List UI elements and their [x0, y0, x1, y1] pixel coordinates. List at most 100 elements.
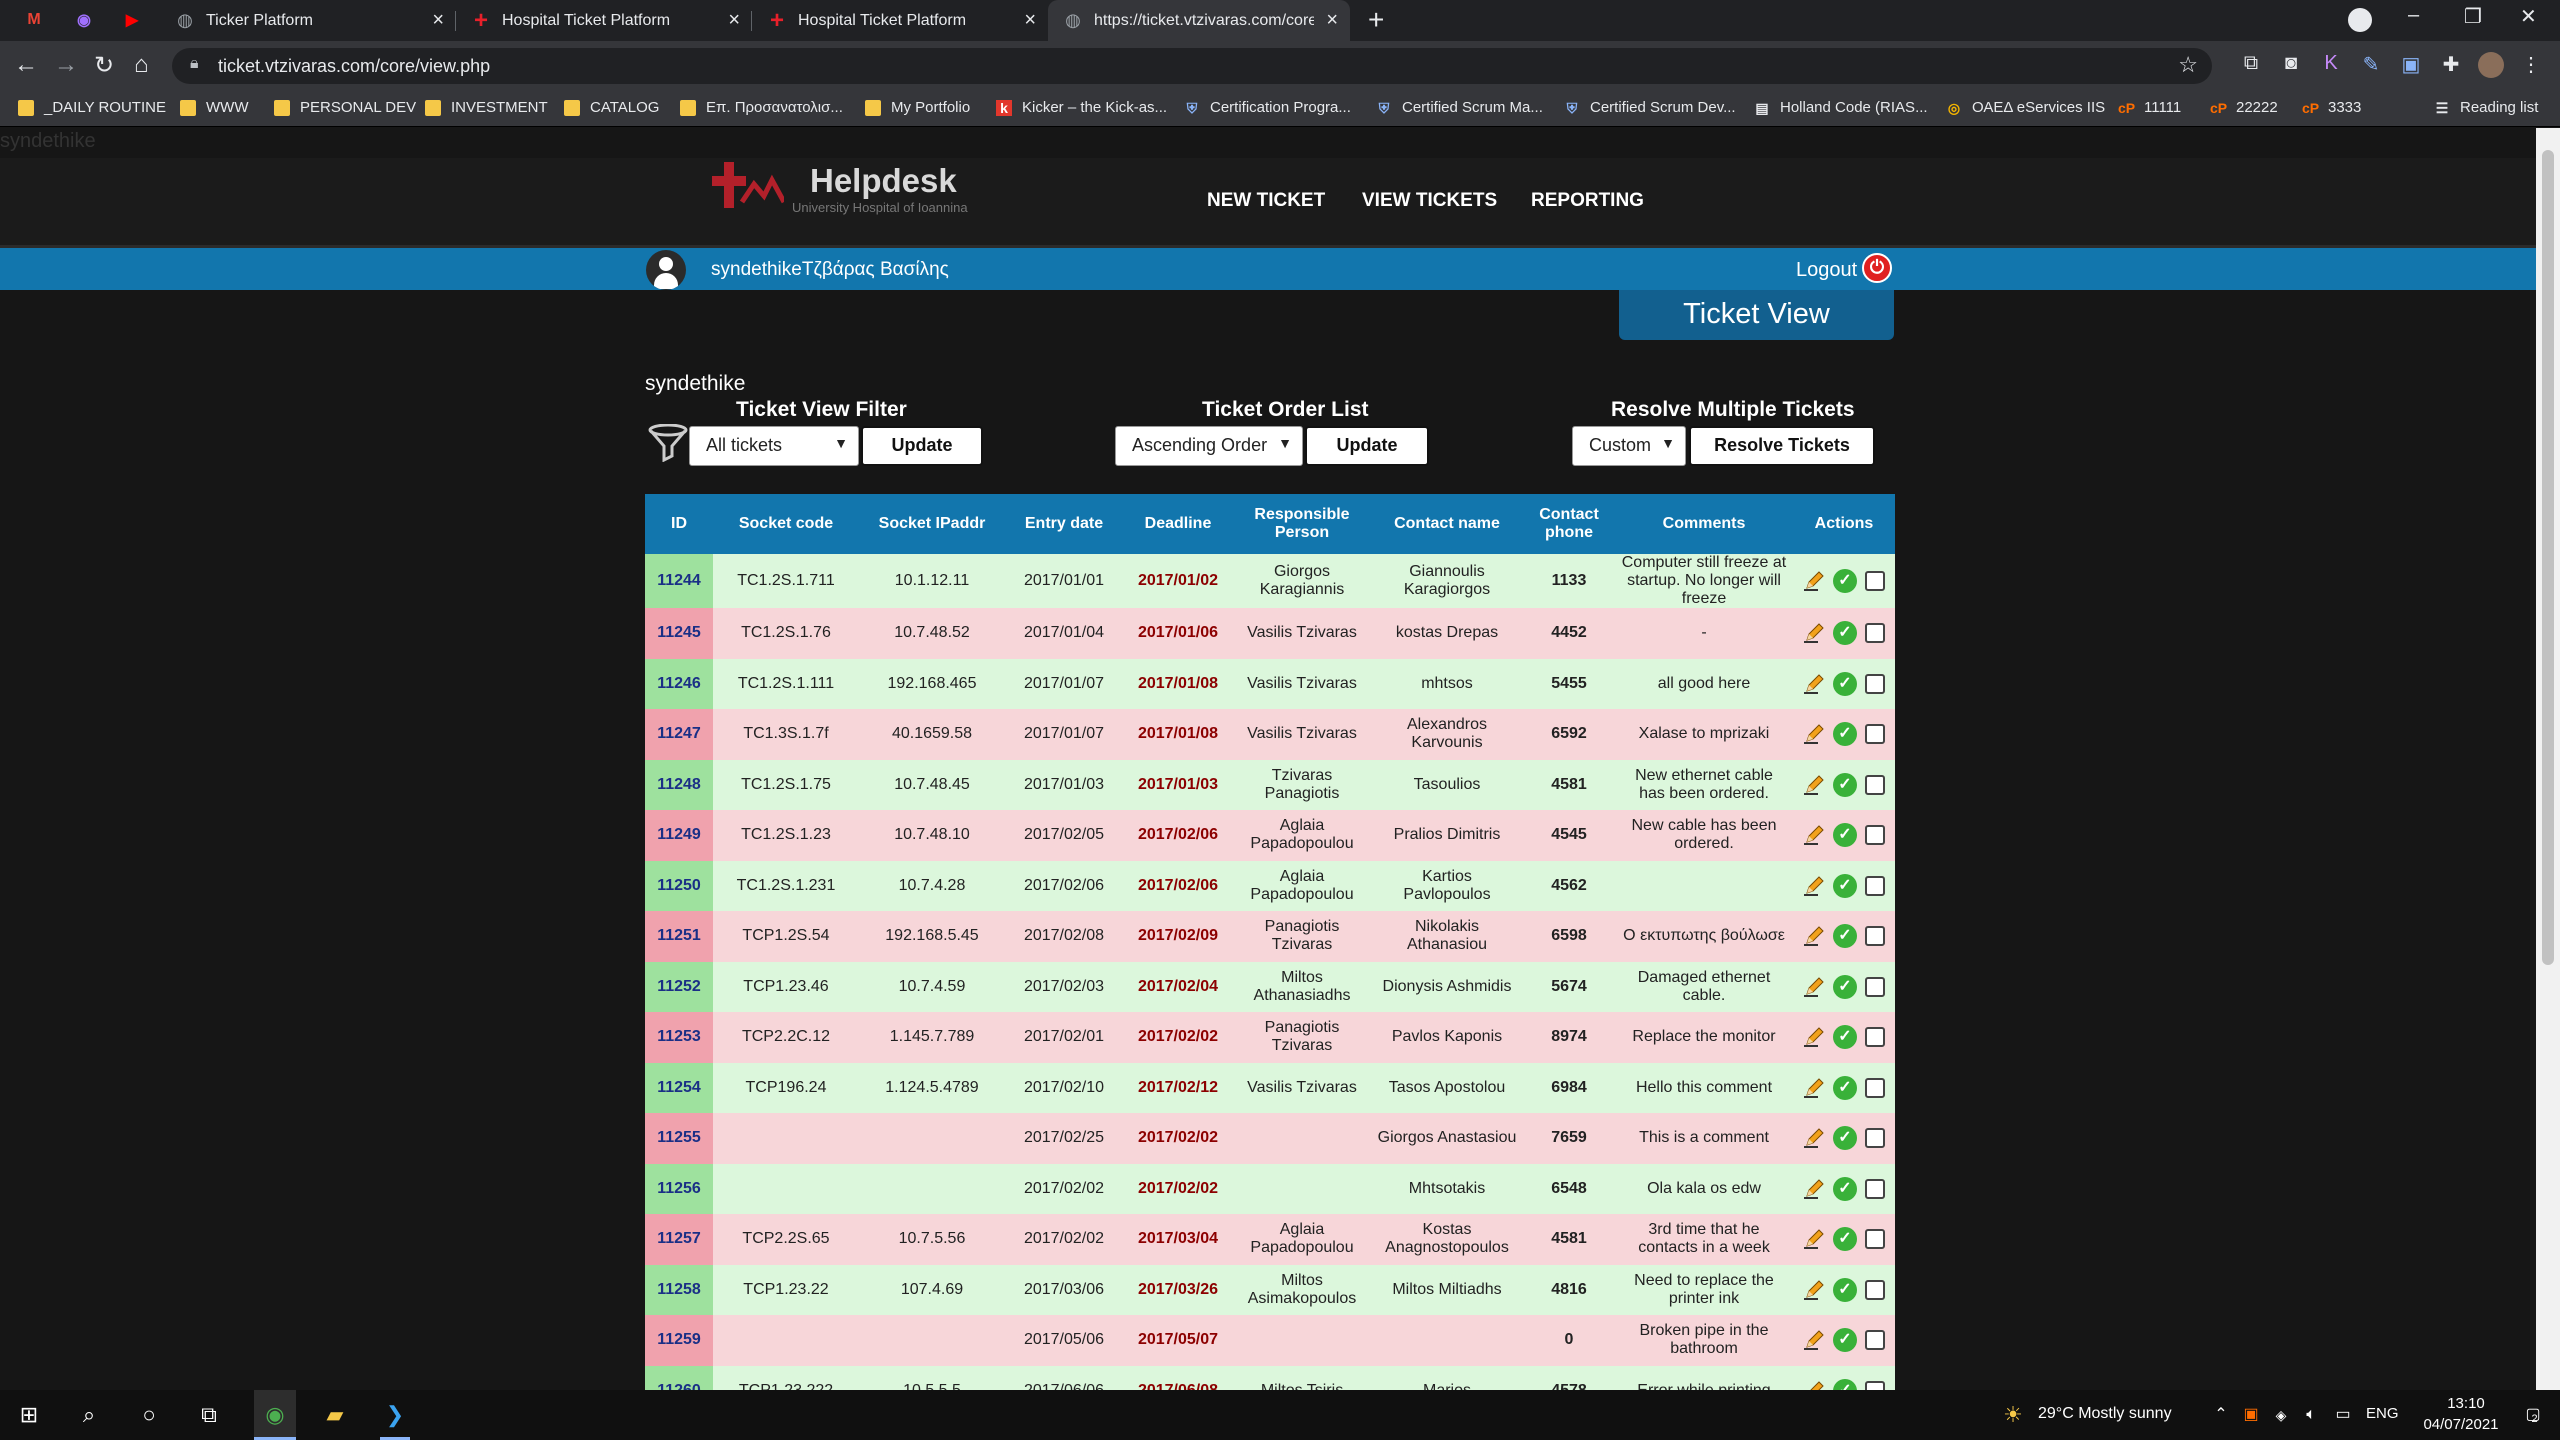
table-row[interactable]: 11260TCP1.23.22210.5.5.52017/06/062017/0…: [645, 1365, 1895, 1390]
ticket-id-cell[interactable]: 11251: [645, 911, 713, 962]
resolve-check-icon[interactable]: ✓: [1833, 1126, 1857, 1151]
tray-network-icon[interactable]: ◈: [2266, 1400, 2296, 1430]
select-ticket-checkbox[interactable]: [1865, 1229, 1885, 1250]
ticket-id-cell[interactable]: 11247: [645, 709, 713, 760]
resolve-check-icon[interactable]: ✓: [1833, 924, 1857, 949]
select-ticket-checkbox[interactable]: [1865, 825, 1885, 846]
col-socket-ip[interactable]: Socket IPaddr: [859, 494, 1005, 554]
clock-time[interactable]: 13:10: [2426, 1395, 2506, 1412]
select-ticket-checkbox[interactable]: [1865, 1279, 1885, 1300]
table-row[interactable]: 11252 TCP1.23.46 10.7.4.59 2017/02/03 2017/0…: [645, 961, 1895, 1012]
tray-display-icon[interactable]: ▭: [2328, 1400, 2358, 1430]
edit-pencil-icon[interactable]: [1803, 723, 1825, 745]
bookmark-oaed[interactable]: ◎ ΟΑΕΔ eServices IIS: [1946, 99, 2105, 116]
search-icon[interactable]: ⌕: [74, 1400, 104, 1430]
edit-pencil-icon[interactable]: [1803, 570, 1825, 592]
ticket-id-cell[interactable]: 11246: [645, 658, 713, 709]
extension-window-icon[interactable]: ▣: [2398, 52, 2424, 78]
select-ticket-checkbox[interactable]: [1865, 976, 1885, 997]
new-tab-icon[interactable]: +: [1368, 4, 1384, 36]
nav-new-ticket[interactable]: NEW TICKET: [1207, 190, 1325, 212]
select-ticket-checkbox[interactable]: [1865, 1380, 1885, 1390]
edit-pencil-icon[interactable]: [1803, 673, 1825, 695]
resolve-check-icon[interactable]: ✓: [1833, 1227, 1857, 1252]
select-ticket-checkbox[interactable]: [1865, 1128, 1885, 1149]
bookmark-11111[interactable]: cP 11111: [2118, 99, 2181, 116]
bookmark-kicker[interactable]: k Kicker – the Kick-as...: [996, 99, 1167, 116]
resolve-check-icon[interactable]: ✓: [1833, 873, 1857, 898]
table-row[interactable]: 11251 TCP1.2S.54 192.168.5.45 2017/02/08 201…: [645, 911, 1895, 962]
bookmark-folder-portfolio[interactable]: My Portfolio: [865, 99, 970, 116]
edit-pencil-icon[interactable]: [1803, 925, 1825, 947]
resolve-check-icon[interactable]: ✓: [1833, 823, 1857, 848]
table-row[interactable]: 11257 TCP2.2S.65 10.7.5.56 2017/02/02 2017/0…: [645, 1214, 1895, 1265]
resolve-check-icon[interactable]: ✓: [1833, 974, 1857, 999]
filter-select[interactable]: All tickets ▼: [689, 426, 859, 466]
ticket-id-cell[interactable]: 11248: [645, 759, 713, 810]
edit-pencil-icon[interactable]: [1803, 1228, 1825, 1250]
file-explorer-icon[interactable]: ▰: [320, 1400, 350, 1430]
bookmark-22222[interactable]: cP 22222: [2210, 99, 2278, 116]
edit-pencil-icon[interactable]: [1803, 622, 1825, 644]
resolve-check-icon[interactable]: ✓: [1833, 1277, 1857, 1302]
order-select[interactable]: Ascending Order ▼: [1115, 426, 1303, 466]
power-icon[interactable]: ⏻: [1862, 253, 1892, 283]
order-update-button[interactable]: Update: [1305, 426, 1429, 466]
clock-date[interactable]: 04/07/2021: [2406, 1416, 2516, 1433]
select-ticket-checkbox[interactable]: [1865, 571, 1885, 591]
profile-media-icon[interactable]: [2348, 8, 2372, 32]
gmail-pinned-tab-icon[interactable]: M: [22, 8, 46, 32]
filter-update-button[interactable]: Update: [861, 426, 983, 466]
resolve-check-icon[interactable]: ✓: [1833, 1378, 1857, 1390]
nav-view-tickets[interactable]: VIEW TICKETS: [1362, 190, 1497, 212]
resolve-check-icon[interactable]: ✓: [1833, 772, 1857, 797]
table-row[interactable]: 11247 TC1.3S.1.7f 40.1659.58 2017/01/07 2017…: [645, 709, 1895, 760]
bookmark-folder-investment[interactable]: INVESTMENT: [425, 99, 548, 116]
edit-pencil-icon[interactable]: [1803, 1279, 1825, 1301]
bookmark-certification[interactable]: ⛨ Certification Progra...: [1184, 99, 1351, 116]
minimize-icon[interactable]: –: [2408, 4, 2419, 27]
table-row[interactable]: 11255 2017/02/25 2017/02/02 Giorgos Anastas…: [645, 1113, 1895, 1164]
ticket-id-cell[interactable]: 11254: [645, 1062, 713, 1113]
bookmark-folder-catalog[interactable]: CATALOG: [564, 99, 659, 116]
edit-pencil-icon[interactable]: [1803, 1077, 1825, 1099]
back-icon[interactable]: ←: [14, 51, 38, 79]
table-row[interactable]: 11245 TC1.2S.1.76 10.7.48.52 2017/01/04 2017…: [645, 608, 1895, 659]
reload-icon[interactable]: ↻: [94, 51, 114, 80]
col-entry-date[interactable]: Entry date: [1005, 494, 1123, 554]
tab-hospital-ticket-platform-1[interactable]: + Hospital Ticket Platform ×: [456, 0, 752, 41]
col-responsible[interactable]: Responsible Person: [1233, 494, 1371, 554]
select-ticket-checkbox[interactable]: [1865, 926, 1885, 947]
ticket-id-cell[interactable]: 11245: [645, 608, 713, 659]
edit-pencil-icon[interactable]: [1803, 1380, 1825, 1390]
logout-link[interactable]: Logout: [1796, 259, 1857, 282]
ticket-id-cell[interactable]: 11253: [645, 1012, 713, 1063]
edit-pencil-icon[interactable]: [1803, 1127, 1825, 1149]
resolve-check-icon[interactable]: ✓: [1833, 722, 1857, 747]
youtube-pinned-tab-icon[interactable]: ▶: [120, 8, 144, 32]
resolve-tickets-button[interactable]: Resolve Tickets: [1689, 426, 1875, 466]
close-window-icon[interactable]: ✕: [2520, 4, 2537, 29]
bookmark-3333[interactable]: cP 3333: [2302, 99, 2361, 116]
task-view-icon[interactable]: ⧉: [194, 1400, 224, 1430]
home-icon[interactable]: ⌂: [134, 51, 149, 79]
close-tab-icon[interactable]: ×: [1326, 9, 1338, 32]
extension-copy-icon[interactable]: ⧉: [2238, 52, 2264, 78]
table-row[interactable]: 11259 2017/05/06 2017/05/07 0 Broken pipe in…: [645, 1315, 1895, 1366]
resolve-select[interactable]: Custom ▼: [1572, 426, 1686, 466]
bookmark-scrum-master[interactable]: ⛨ Certified Scrum Ma...: [1376, 99, 1543, 116]
tray-volume-icon[interactable]: 🔈︎: [2296, 1400, 2326, 1430]
ticket-id-cell[interactable]: 11259: [645, 1315, 713, 1366]
extensions-puzzle-icon[interactable]: ✚: [2438, 52, 2464, 78]
col-contact-name[interactable]: Contact name: [1371, 494, 1523, 554]
tray-xampp-icon[interactable]: ▣: [2236, 1400, 2266, 1430]
table-row[interactable]: 11250 TC1.2S.1.231 10.7.4.28 2017/02/06 2017…: [645, 860, 1895, 911]
tab-hospital-ticket-platform-2[interactable]: + Hospital Ticket Platform ×: [752, 0, 1048, 41]
table-row[interactable]: 11253 TCP2.2C.12 1.145.7.789 2017/02/01 2017…: [645, 1012, 1895, 1063]
close-tab-icon[interactable]: ×: [1024, 9, 1036, 32]
select-ticket-checkbox[interactable]: [1865, 875, 1885, 896]
weather-text[interactable]: 29°C Mostly sunny: [2038, 1405, 2172, 1423]
table-row[interactable]: 11246 TC1.2S.1.111 192.168.465 2017/01/07 20…: [645, 658, 1895, 709]
edit-pencil-icon[interactable]: [1803, 824, 1825, 846]
resolve-check-icon[interactable]: ✓: [1833, 1075, 1857, 1100]
